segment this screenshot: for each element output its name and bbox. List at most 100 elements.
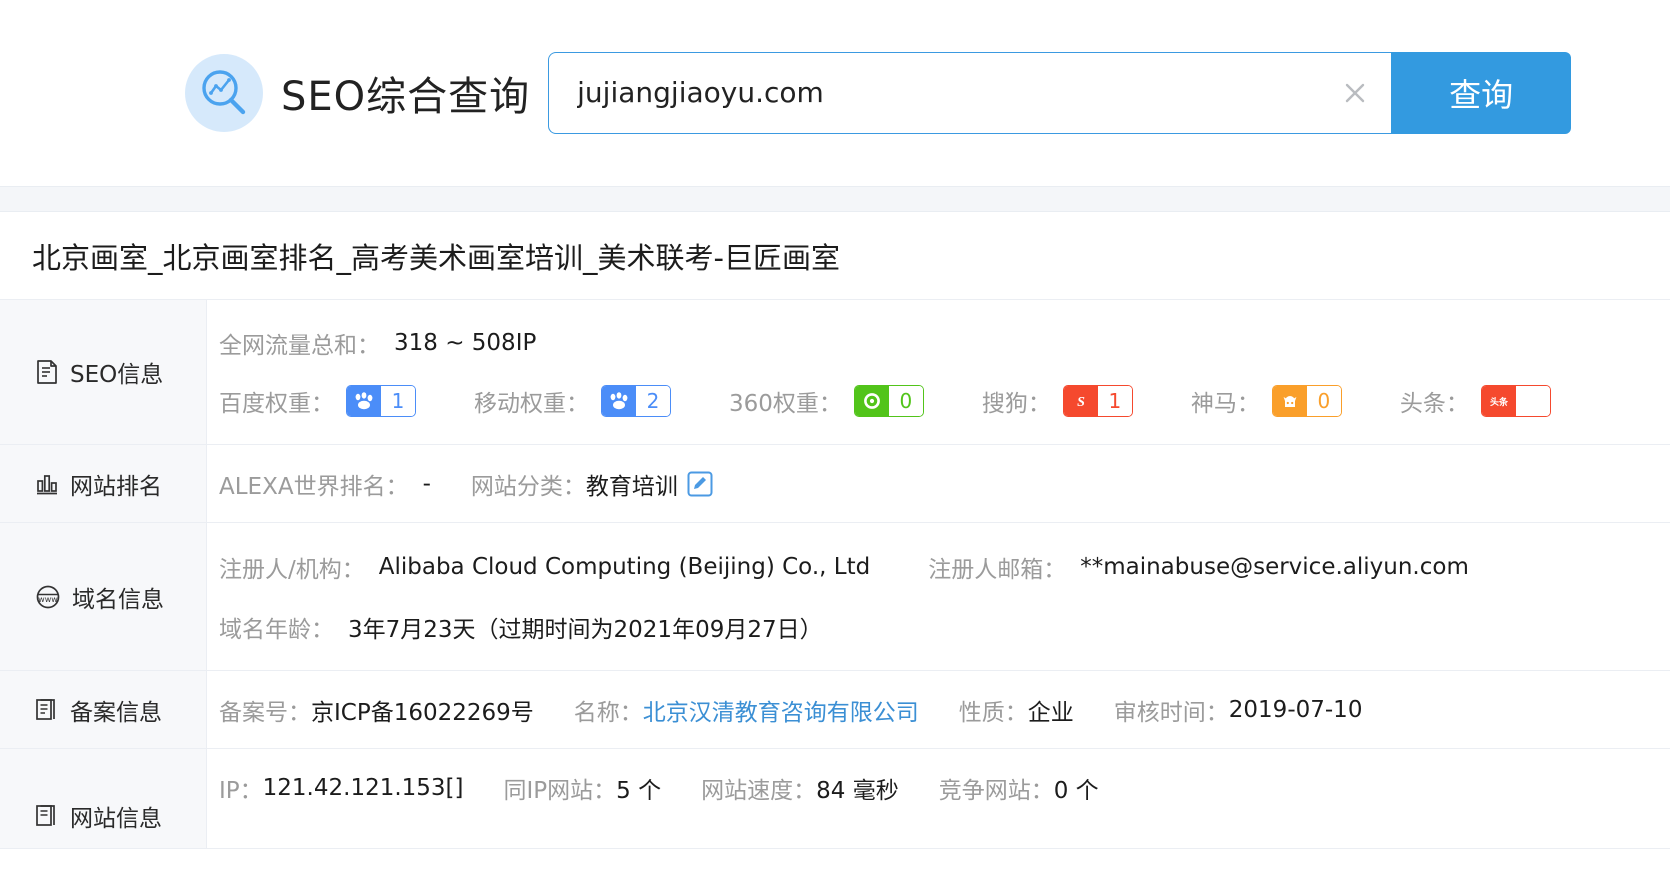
icp-row-body: 备案号： 京ICP备16022269号 名称： 北京汉清教育咨询有限公司 性质：… bbox=[207, 671, 1670, 748]
icp-line: 备案号： 京ICP备16022269号 名称： 北京汉清教育咨询有限公司 性质：… bbox=[219, 693, 1670, 727]
baidu-paw-icon bbox=[602, 386, 636, 416]
weight-shenma-value: 0 bbox=[1306, 386, 1341, 416]
category-label: 网站分类： bbox=[470, 473, 586, 500]
site-line: IP： 121.42.121.153[] 同IP网站： 5 个 网站速度： 84… bbox=[219, 771, 1670, 805]
brand-name: SEO综合查询 bbox=[281, 73, 531, 120]
weight-baidu[interactable]: 百度权重： 1 bbox=[219, 384, 416, 418]
ip-label: IP： bbox=[219, 778, 263, 804]
icp-audit-label: 审核时间： bbox=[1113, 699, 1229, 726]
site-row-body: IP： 121.42.121.153[] 同IP网站： 5 个 网站速度： 84… bbox=[207, 749, 1670, 848]
search-box[interactable] bbox=[548, 51, 1392, 134]
rank-line: ALEXA世界排名： - 网站分类： 教育培训 bbox=[219, 467, 1670, 501]
sidebar-item-site[interactable]: 网站信息 bbox=[0, 749, 207, 848]
icp-number-value: 京ICP备16022269号 bbox=[311, 699, 534, 726]
category-value: 教育培训 bbox=[585, 473, 678, 500]
competitor-label: 竞争网站： bbox=[938, 778, 1054, 804]
search-area: 查询 bbox=[548, 51, 1572, 134]
speed-label: 网站速度： bbox=[701, 778, 817, 804]
domain-age-line: 域名年龄： 3年7月23天（过期时间为2021年09月27日） bbox=[219, 610, 1670, 644]
table-row-site: 网站信息 IP： 121.42.121.153[] 同IP网站： 5 个 网站速… bbox=[0, 749, 1670, 849]
weight-baidu-label: 百度权重： bbox=[219, 391, 334, 417]
icp-nature-label: 性质： bbox=[958, 699, 1028, 726]
speed-value: 84 毫秒 bbox=[816, 778, 899, 804]
registrant-value: Alibaba Cloud Computing (Beijing) Co., L… bbox=[378, 553, 871, 580]
sidebar-item-domain[interactable]: www 域名信息 bbox=[0, 523, 207, 670]
traffic-value: 318 ~ 508IP bbox=[394, 330, 537, 356]
icp-name-value[interactable]: 北京汉清教育咨询有限公司 bbox=[643, 693, 919, 727]
bar-chart-icon bbox=[34, 471, 60, 497]
table-row-rank: 网站排名 ALEXA世界排名： - 网站分类： 教育培训 bbox=[0, 445, 1670, 523]
sidebar-item-seo[interactable]: SEO信息 bbox=[0, 300, 207, 444]
weight-mobile[interactable]: 移动权重： 2 bbox=[474, 384, 671, 418]
360-icon bbox=[854, 386, 889, 416]
weight-toutiao[interactable]: 头条： 头条 bbox=[1400, 384, 1551, 418]
sidebar-item-label-icp: 备案信息 bbox=[70, 699, 162, 726]
competitor-value: 0 个 bbox=[1053, 778, 1099, 804]
page-title: 北京画室_北京画室排名_高考美术画室培训_美术联考-巨匠画室 bbox=[32, 240, 840, 275]
weight-baidu-value: 1 bbox=[381, 386, 415, 416]
weight-mobile-label: 移动权重： bbox=[474, 391, 589, 417]
weight-shenma[interactable]: 神马： 0 bbox=[1191, 384, 1342, 418]
svg-text:头条: 头条 bbox=[1490, 396, 1509, 408]
sameip-value: 5 个 bbox=[616, 778, 662, 804]
edit-pencil-icon[interactable] bbox=[686, 470, 714, 498]
weight-sogou-value: 1 bbox=[1097, 386, 1132, 416]
weight-toutiao-label: 头条： bbox=[1399, 391, 1469, 417]
traffic-line: 全网流量总和： 318 ~ 508IP bbox=[219, 326, 1670, 360]
icp-name-label: 名称： bbox=[573, 699, 643, 726]
weight-shenma-label: 神马： bbox=[1190, 391, 1260, 417]
domain-age-label: 域名年龄： bbox=[219, 616, 334, 643]
weight-360-badge[interactable]: 0 bbox=[853, 385, 924, 417]
document-icon bbox=[34, 803, 60, 829]
rank-row-body: ALEXA世界排名： - 网站分类： 教育培训 bbox=[207, 445, 1670, 522]
registrant-line: 注册人/机构： Alibaba Cloud Computing (Beijing… bbox=[219, 550, 1670, 584]
icp-audit-value: 2019-07-10 bbox=[1228, 696, 1363, 723]
icp-nature-value: 企业 bbox=[1027, 699, 1074, 726]
svg-text:www: www bbox=[38, 595, 58, 604]
sidebar-item-icp[interactable]: 备案信息 bbox=[0, 671, 207, 748]
search-chart-icon bbox=[185, 53, 263, 132]
seo-info-table: SEO信息 全网流量总和： 318 ~ 508IP 百度权重： 1 移动权重： … bbox=[0, 300, 1670, 849]
baidu-paw-icon bbox=[347, 386, 381, 416]
sogou-icon: S bbox=[1063, 386, 1098, 416]
weight-360-label: 360权重： bbox=[729, 391, 842, 417]
weight-360-value: 0 bbox=[888, 386, 923, 416]
weight-sogou-label: 搜狗： bbox=[981, 391, 1051, 417]
table-row-domain: www 域名信息 注册人/机构： Alibaba Cloud Computing… bbox=[0, 523, 1670, 671]
alexa-value: - bbox=[422, 470, 431, 497]
svg-text:S: S bbox=[1077, 395, 1085, 410]
search-input[interactable] bbox=[577, 52, 1330, 133]
weight-mobile-badge[interactable]: 2 bbox=[601, 385, 671, 417]
document-icon bbox=[34, 359, 60, 385]
toutiao-icon: 头条 bbox=[1481, 386, 1516, 416]
email-value: **mainabuse@service.aliyun.com bbox=[1080, 553, 1469, 580]
seo-row-body: 全网流量总和： 318 ~ 508IP 百度权重： 1 移动权重： 2 360权… bbox=[207, 300, 1670, 444]
weight-mobile-value: 2 bbox=[636, 386, 670, 416]
alexa-label: ALEXA世界排名： bbox=[219, 473, 409, 500]
ip-value: 121.42.121.153[] bbox=[262, 775, 464, 801]
email-label: 注册人邮箱： bbox=[928, 556, 1067, 583]
weight-360[interactable]: 360权重： 0 bbox=[729, 384, 924, 418]
sidebar-item-label-rank: 网站排名 bbox=[70, 473, 162, 500]
sidebar-item-rank[interactable]: 网站排名 bbox=[0, 445, 207, 522]
sidebar-item-label-site: 网站信息 bbox=[70, 805, 162, 832]
search-button[interactable]: 查询 bbox=[1391, 51, 1572, 134]
weight-sogou-badge[interactable]: S 1 bbox=[1062, 385, 1133, 417]
sidebar-item-label-domain: 域名信息 bbox=[72, 586, 164, 613]
weight-sogou[interactable]: 搜狗： S 1 bbox=[982, 384, 1133, 418]
sameip-label: 同IP网站： bbox=[503, 778, 617, 804]
traffic-label: 全网流量总和： bbox=[219, 333, 380, 359]
table-row-seo: SEO信息 全网流量总和： 318 ~ 508IP 百度权重： 1 移动权重： … bbox=[0, 300, 1670, 445]
domain-age-value: 3年7月23天（过期时间为2021年09月27日） bbox=[348, 616, 823, 643]
weight-badges-line: 百度权重： 1 移动权重： 2 360权重： 0 搜狗： S 1 神马： 0 头… bbox=[219, 384, 1670, 418]
weight-toutiao-badge[interactable]: 头条 bbox=[1480, 385, 1551, 417]
weight-shenma-badge[interactable]: 0 bbox=[1271, 385, 1342, 417]
page-header: SEO综合查询 查询 bbox=[0, 0, 1670, 186]
brand-logo[interactable]: SEO综合查询 bbox=[185, 53, 531, 132]
divider-strip bbox=[0, 186, 1670, 212]
close-icon[interactable] bbox=[1329, 53, 1381, 133]
sidebar-item-label-seo: SEO信息 bbox=[70, 362, 164, 388]
copy-document-icon bbox=[34, 697, 60, 723]
weight-baidu-badge[interactable]: 1 bbox=[346, 385, 416, 417]
icp-number-label: 备案号： bbox=[219, 699, 311, 726]
